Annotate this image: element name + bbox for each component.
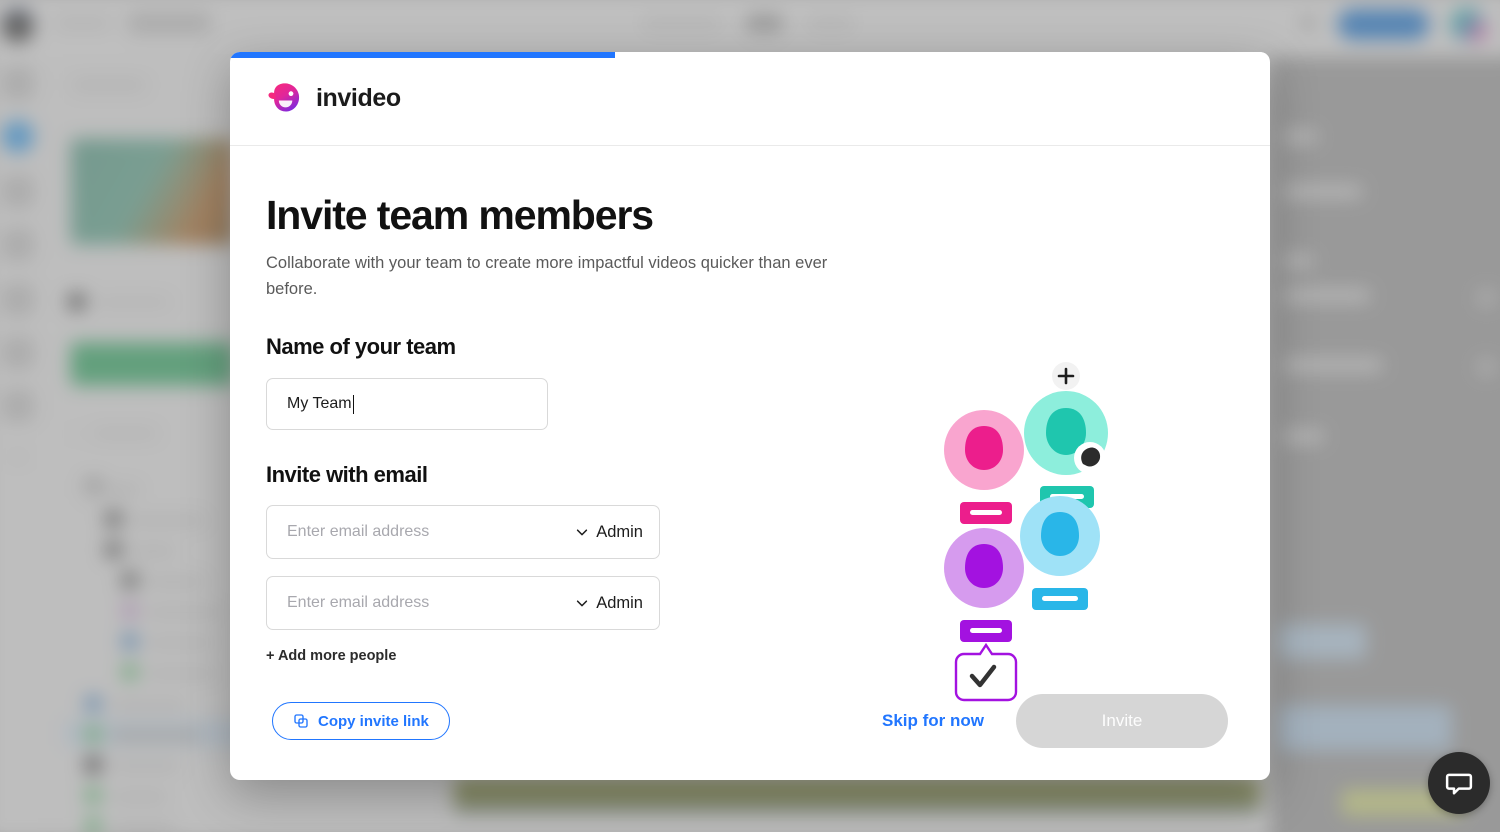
- email-input-1[interactable]: Enter email address: [287, 523, 575, 541]
- team-name-value: My Team: [287, 395, 352, 413]
- skip-for-now-button[interactable]: Skip for now: [882, 711, 984, 731]
- chevron-down-icon: [577, 600, 588, 607]
- modal-footer: Copy invite link Skip for now Invite: [230, 662, 1270, 780]
- email-input-2[interactable]: Enter email address: [287, 594, 575, 612]
- invite-team-modal: invideo Invite team members Collaborate …: [230, 52, 1270, 780]
- chat-bubble-icon: [1445, 773, 1473, 795]
- onboarding-progress-bar: [230, 52, 1270, 58]
- page-title: Invite team members: [266, 192, 654, 238]
- role-dropdown-1[interactable]: Admin: [575, 523, 643, 542]
- chevron-down-icon: [577, 529, 588, 536]
- copy-invite-link-label: Copy invite link: [318, 712, 429, 730]
- invite-email-label: Invite with email: [266, 462, 428, 488]
- invite-form: Invite team members Collaborate with you…: [266, 192, 886, 665]
- team-name-input[interactable]: My Team: [266, 378, 548, 431]
- role-dropdown-2[interactable]: Admin: [575, 594, 643, 613]
- chat-support-button[interactable]: [1428, 752, 1490, 814]
- email-invite-row[interactable]: Enter email address Admin: [266, 505, 660, 560]
- avatar-pink: [965, 426, 1003, 470]
- onboarding-progress-fill: [230, 52, 615, 58]
- modal-body: Invite team members Collaborate with you…: [230, 146, 1270, 702]
- brand-name: invideo: [316, 84, 401, 112]
- copy-invite-link-button[interactable]: Copy invite link: [272, 702, 450, 740]
- role-value-1: Admin: [596, 522, 643, 541]
- copy-icon: [294, 714, 308, 728]
- invideo-blob-logo-icon: [266, 80, 304, 118]
- text-caret: [352, 394, 354, 414]
- modal-header: invideo: [230, 52, 1270, 146]
- invite-button[interactable]: Invite: [1016, 694, 1228, 748]
- avatar-blue: [1041, 512, 1079, 556]
- team-name-label: Name of your team: [266, 334, 456, 360]
- footer-actions: Skip for now Invite: [882, 694, 1228, 748]
- role-value-2: Admin: [596, 593, 643, 612]
- brand-logo: invideo: [266, 80, 401, 118]
- page-subtitle: Collaborate with your team to create mor…: [266, 254, 828, 298]
- email-invite-row[interactable]: Enter email address Admin: [266, 576, 660, 631]
- avatar-purple: [965, 544, 1003, 588]
